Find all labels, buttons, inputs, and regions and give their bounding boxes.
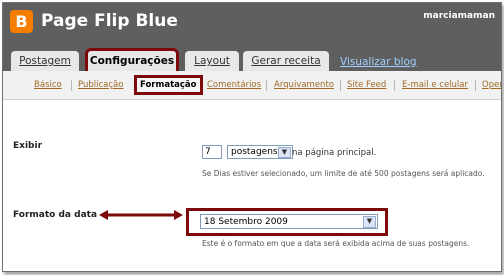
- blog-title: Page Flip Blue: [41, 11, 178, 31]
- subnav-divider: [340, 80, 341, 91]
- subtab-formatacao[interactable]: Formatação: [134, 75, 203, 95]
- post-unit-value: postagens: [231, 147, 278, 157]
- subtab-site-feed[interactable]: Site Feed: [347, 80, 386, 90]
- date-format-select[interactable]: 18 Setembro 2009 ▼: [200, 214, 378, 229]
- subtab-comentarios[interactable]: Comentários: [207, 80, 261, 90]
- show-after-text: na página principal.: [292, 148, 377, 158]
- show-label: Exibir: [13, 141, 43, 151]
- screenshot-frame: B Page Flip Blue marciamaman Postagem Co…: [2, 2, 502, 272]
- tab-layout[interactable]: Layout: [185, 51, 239, 71]
- date-format-note: Este é o formato em que a data será exib…: [202, 239, 470, 248]
- show-note: Se Dias estiver selecionado, um limite d…: [202, 169, 485, 178]
- subtab-basico[interactable]: Básico: [34, 80, 62, 90]
- post-count-input[interactable]: 7: [202, 145, 222, 159]
- subnav-divider: [266, 80, 267, 91]
- tab-configuracoes[interactable]: Configurações: [85, 48, 179, 74]
- tab-gerar-receita[interactable]: Gerar receita: [243, 51, 329, 71]
- date-format-value: 18 Setembro 2009: [204, 217, 288, 227]
- subtab-email-celular[interactable]: E-mail e celular: [402, 80, 468, 90]
- arrow-annotation-icon: [99, 210, 183, 220]
- subnav-divider: [475, 80, 476, 91]
- blogger-logo-icon[interactable]: B: [10, 10, 33, 33]
- subnav-divider: [71, 80, 72, 91]
- username[interactable]: marciamaman: [423, 11, 495, 21]
- chevron-down-icon: ▼: [278, 147, 291, 158]
- top-bar: B Page Flip Blue marciamaman: [3, 3, 501, 45]
- chevron-down-icon: ▼: [363, 216, 376, 228]
- post-unit-select[interactable]: postagens ▼: [227, 145, 293, 159]
- tab-postagem[interactable]: Postagem: [11, 51, 79, 71]
- subtab-publicacao[interactable]: Publicação: [78, 80, 123, 90]
- settings-subnav: Básico Publicação Formatação Comentários…: [3, 71, 501, 100]
- view-blog-link[interactable]: Visualizar blog: [340, 56, 417, 68]
- subtab-oper[interactable]: Oper: [482, 80, 501, 90]
- date-format-label: Formato da data: [13, 210, 98, 220]
- subnav-divider: [394, 80, 395, 91]
- subtab-arquivamento[interactable]: Arquivamento: [274, 80, 334, 90]
- main-tabs: Postagem Configurações Layout Gerar rece…: [3, 45, 501, 74]
